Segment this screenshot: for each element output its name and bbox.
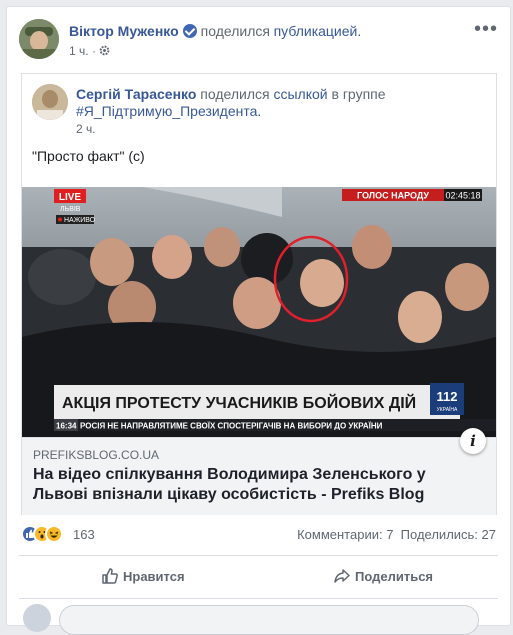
- ticker-time: 16:34: [56, 422, 77, 431]
- post-action-link[interactable]: публикацией.: [274, 23, 362, 39]
- thumbs-up-icon: [102, 568, 118, 584]
- shared-author-avatar[interactable]: [32, 84, 68, 120]
- channel-number: 112: [437, 389, 458, 404]
- post-header: Віктор Муженко поделился публикацией. 1 ч…: [19, 19, 498, 69]
- privacy-gear-icon[interactable]: [99, 44, 110, 58]
- author-avatar[interactable]: [19, 19, 59, 59]
- channel-label: ГОЛОС НАРОДУ: [357, 191, 429, 201]
- live-badge: LIVE: [59, 192, 82, 203]
- post-actions: Нравится Поделиться: [19, 559, 498, 595]
- group-link[interactable]: #Я_Підтримую_Президента.: [76, 103, 261, 119]
- link-preview[interactable]: i PREFIKSBLOG.CO.UA На відео спілкування…: [22, 428, 496, 515]
- link-domain: PREFIKSBLOG.CO.UA: [33, 448, 160, 462]
- reactions-count[interactable]: 163: [73, 527, 95, 542]
- more-options-icon[interactable]: •••: [474, 19, 498, 39]
- comment-input[interactable]: [59, 605, 479, 635]
- post-card: Віктор Муженко поделился публикацией. 1 ч…: [6, 6, 511, 635]
- shared-post: Сергій Тарасенко поделился ссылкой в гру…: [21, 73, 497, 515]
- channel-country: УКРАЇНА: [437, 406, 458, 413]
- like-button[interactable]: Нравится: [101, 559, 185, 595]
- post-timestamp[interactable]: 1 ч.: [69, 44, 89, 58]
- divider: [19, 555, 498, 556]
- shared-author-name[interactable]: Сергій Тарасенко: [76, 86, 196, 102]
- like-label: Нравится: [123, 569, 185, 584]
- ticker-text: РОСІЯ НЕ НАПРАВЛЯТИМЕ СВОЇХ СПОСТЕРІГАЧІ…: [80, 422, 383, 431]
- shared-action-text: поделился: [200, 86, 270, 102]
- haha-reaction-icon: [45, 525, 63, 543]
- share-label: Поделиться: [355, 569, 434, 584]
- live-now-label: НАЖИВО: [64, 217, 96, 224]
- in-group-text: в группе: [331, 86, 386, 102]
- shares-count[interactable]: Поделились: 27: [401, 527, 496, 542]
- verified-badge-icon: [182, 24, 197, 38]
- shared-action-link[interactable]: ссылкой: [273, 86, 327, 102]
- viewer-avatar: [23, 604, 51, 632]
- post-stats: 163 Комментарии: 7 Поделились: 27: [21, 525, 496, 545]
- clock-label: 02:45:18: [445, 191, 480, 201]
- location-label: ЛЬВІВ: [60, 206, 81, 213]
- shared-timestamp[interactable]: 2 ч.: [76, 122, 96, 136]
- comments-count[interactable]: Комментарии: 7: [297, 527, 393, 542]
- divider: [19, 598, 498, 599]
- shared-text: "Просто факт" (с): [32, 148, 145, 164]
- photo-headline: АКЦІЯ ПРОТЕСТУ УЧАСНИКІВ БОЙОВИХ ДІЙ: [62, 393, 416, 412]
- share-button[interactable]: Поделиться: [333, 559, 433, 595]
- info-icon[interactable]: i: [460, 428, 486, 454]
- shared-header: Сергій Тарасенко поделился ссылкой в гру…: [32, 84, 486, 140]
- link-preview-image[interactable]: LIVE ЛЬВІВ НАЖИВО ГОЛОС НАРОДУ 02:45:18 …: [22, 187, 496, 437]
- author-name[interactable]: Віктор Муженко: [69, 23, 179, 39]
- post-action-text: поделился: [200, 23, 270, 39]
- share-arrow-icon: [334, 569, 350, 583]
- link-title[interactable]: На відео спілкування Володимира Зеленськ…: [33, 465, 483, 505]
